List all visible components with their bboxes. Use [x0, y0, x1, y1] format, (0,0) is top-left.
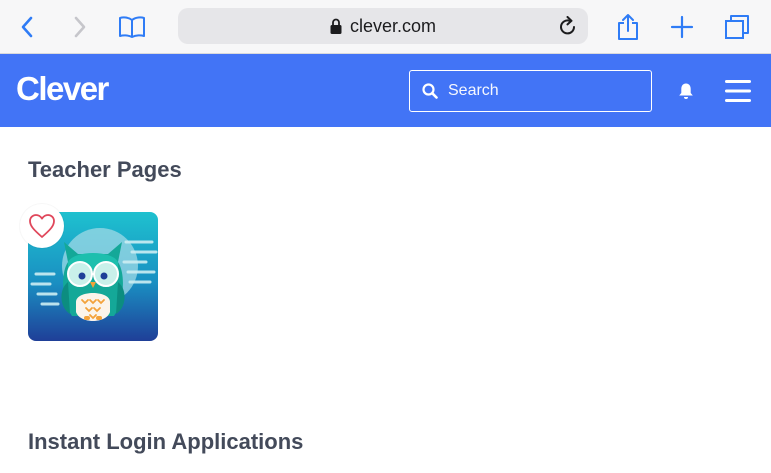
reload-button[interactable] [556, 14, 580, 38]
clever-logo[interactable]: Clever [16, 70, 109, 108]
tabs-icon [725, 15, 749, 39]
new-tab-icon [670, 15, 694, 39]
clever-header: Clever [0, 54, 771, 127]
hamburger-menu-icon [725, 80, 751, 102]
forward-button[interactable] [62, 9, 98, 45]
share-icon [618, 14, 638, 40]
tabs-button[interactable] [719, 9, 755, 45]
browser-toolbar: clever.com [0, 0, 771, 54]
back-button[interactable] [9, 9, 45, 45]
section-title-instant-login: Instant Login Applications [28, 429, 304, 454]
bell-icon [679, 83, 693, 99]
heart-icon [29, 214, 55, 238]
main-menu-button[interactable] [722, 77, 754, 105]
lock-icon [330, 18, 342, 34]
reload-icon [560, 16, 575, 35]
address-bar[interactable]: clever.com [178, 8, 588, 44]
search-icon [422, 83, 438, 99]
bookmarks-button[interactable] [114, 9, 150, 45]
section-title-teacher-pages: Teacher Pages [28, 157, 182, 182]
search-input[interactable] [446, 81, 630, 101]
url-text: clever.com [349, 15, 437, 36]
new-tab-button[interactable] [664, 9, 700, 45]
back-icon [21, 16, 33, 38]
forward-icon [74, 16, 86, 38]
bookmarks-icon [119, 16, 145, 38]
favorite-button[interactable] [20, 204, 64, 248]
notifications-button[interactable] [674, 79, 698, 103]
search-box[interactable] [409, 70, 652, 112]
share-button[interactable] [610, 9, 646, 45]
